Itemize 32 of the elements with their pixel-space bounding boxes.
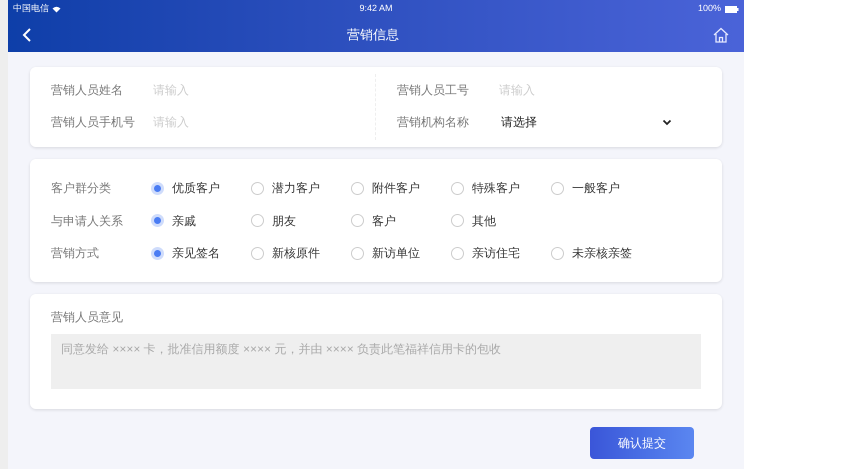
wifi-icon — [52, 6, 61, 12]
radio-option[interactable]: 优质客户 — [151, 179, 251, 197]
radio-option[interactable]: 潜力客户 — [251, 179, 351, 197]
opinion-label: 营销人员意见 — [51, 309, 124, 326]
select-field[interactable]: 请选择 — [499, 113, 701, 131]
group-label: 营销方式 — [51, 245, 100, 262]
group-label: 客户群分类 — [51, 180, 112, 197]
battery-percent: 100% — [698, 2, 721, 16]
field-label: 营销人员手机号 — [51, 114, 136, 131]
radio-option[interactable]: 特殊客户 — [451, 179, 551, 197]
field-label: 营销机构名称 — [397, 114, 470, 131]
radio-option[interactable]: 亲访住宅 — [451, 244, 551, 262]
field-label: 营销人员姓名 — [51, 82, 124, 99]
carrier-name: 中国电信 — [13, 2, 49, 16]
radio-option[interactable]: 未亲核亲签 — [551, 244, 651, 262]
battery-icon — [725, 6, 739, 12]
submit-button[interactable]: 确认提交 — [590, 427, 694, 459]
status-time: 9:42 AM — [359, 2, 393, 16]
radio-option[interactable]: 其他 — [451, 212, 551, 230]
radio-option[interactable]: 附件客户 — [351, 179, 451, 197]
radio-option[interactable]: 新访单位 — [351, 244, 451, 262]
opinion-field[interactable]: 同意发给 ×××× 卡，批准信用额度 ×××× 元，并由 ×××× 负责此笔福祥信用卡的包收 — [51, 334, 701, 389]
radio-option[interactable]: 新核原件 — [251, 244, 351, 262]
radio-option[interactable]: 亲见签名 — [151, 244, 251, 262]
field-label: 营销人员工号 — [397, 82, 470, 99]
radio-option[interactable]: 一般客户 — [551, 179, 651, 197]
radio-option[interactable]: 客户 — [351, 212, 451, 230]
radio-option[interactable]: 亲戚 — [151, 212, 251, 230]
radio-option[interactable]: 朋友 — [251, 212, 351, 230]
page-title: 营销信息 — [347, 26, 399, 44]
home-button[interactable] — [712, 26, 730, 44]
group-label: 与申请人关系 — [51, 212, 124, 230]
